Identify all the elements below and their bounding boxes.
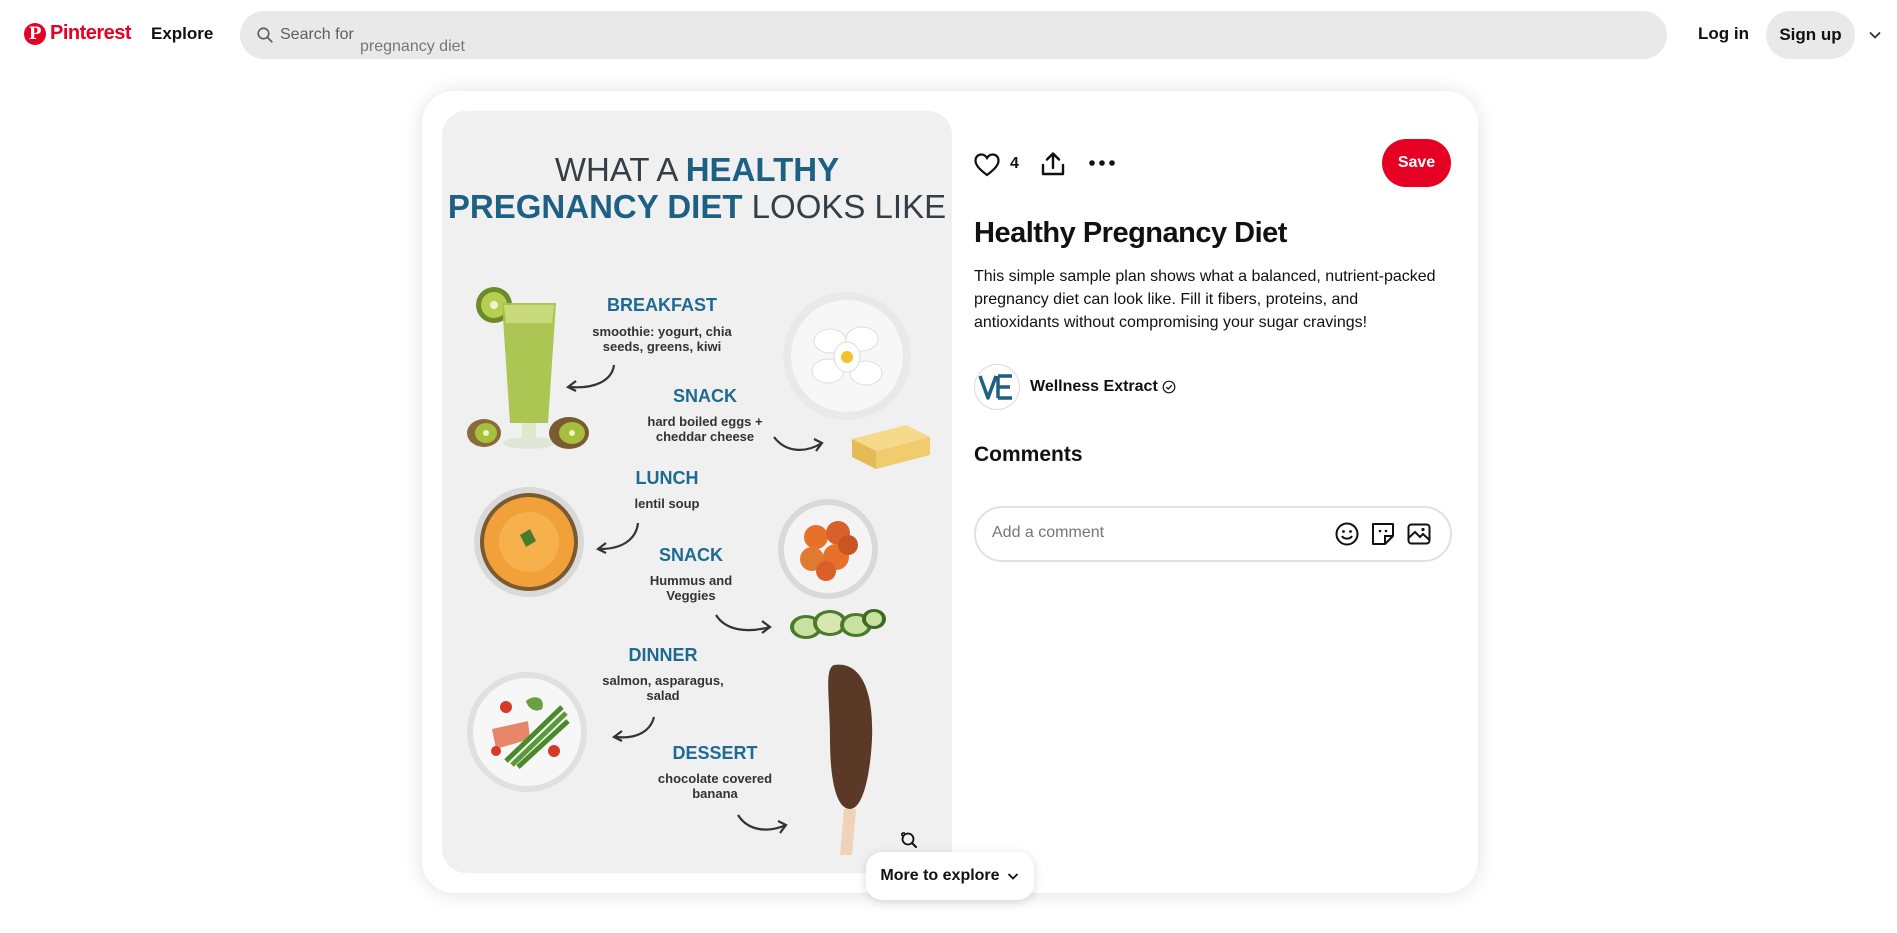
arrow-decoration xyxy=(715,614,772,634)
meal-snack-1: SNACK hard boiled eggs + cheddar cheese xyxy=(647,386,763,444)
logo-text: Pinterest xyxy=(50,22,132,44)
search-bar[interactable]: Search for pregnancy diet xyxy=(240,11,1667,59)
sticker-icon[interactable] xyxy=(1370,521,1396,547)
arrow-decoration xyxy=(773,436,824,452)
verified-badge-icon xyxy=(1162,380,1176,394)
arrow-decoration xyxy=(565,364,616,392)
chevron-down-icon[interactable] xyxy=(1868,28,1882,42)
pin-card: WHAT A HEALTHY PREGNANCY DIET LOOKS LIKE xyxy=(422,91,1478,893)
comment-input[interactable]: Add a comment xyxy=(974,506,1452,562)
creator-info[interactable]: Wellness Extract xyxy=(974,363,1176,411)
chocolate-banana-illustration xyxy=(828,664,873,855)
more-to-explore-button[interactable]: More to explore xyxy=(866,852,1034,900)
pin-image[interactable]: WHAT A HEALTHY PREGNANCY DIET LOOKS LIKE xyxy=(442,111,952,873)
image-upload-icon[interactable] xyxy=(1406,521,1432,547)
pin-image-title: WHAT A HEALTHY PREGNANCY DIET LOOKS LIKE xyxy=(447,151,947,225)
meal-lunch: LUNCH lentil soup xyxy=(634,468,700,511)
pin-title: Healthy Pregnancy Diet xyxy=(974,217,1287,249)
search-label: Search for xyxy=(280,26,354,43)
more-to-explore-label: More to explore xyxy=(880,867,1000,884)
comment-placeholder: Add a comment xyxy=(992,524,1105,541)
emoji-icon[interactable] xyxy=(1334,521,1360,547)
meal-breakfast: BREAKFAST smoothie: yogurt, chia seeds, g… xyxy=(592,295,732,354)
arrow-decoration xyxy=(737,814,788,834)
sweet-potato-bowl-illustration xyxy=(778,499,878,599)
top-navigation: P Pinterest Explore Search for pregnancy… xyxy=(0,0,1897,70)
search-icon xyxy=(257,27,273,43)
cheese-illustration xyxy=(852,425,930,469)
wellness-extract-logo xyxy=(978,374,1012,400)
login-button[interactable]: Log in xyxy=(1698,24,1749,44)
pinterest-logo[interactable]: P Pinterest xyxy=(24,22,132,45)
chevron-down-icon xyxy=(1007,873,1018,880)
heart-icon[interactable] xyxy=(974,153,1000,177)
arrow-decoration xyxy=(611,716,656,742)
meal-dessert: DESSERT chocolate covered banana xyxy=(657,743,773,801)
share-icon[interactable] xyxy=(1040,151,1066,177)
salmon-plate-illustration xyxy=(467,672,587,792)
meal-snack-2: SNACK Hummus and Veggies xyxy=(649,545,733,603)
comments-heading: Comments xyxy=(974,443,1083,466)
like-count: 4 xyxy=(1010,155,1019,172)
signup-button[interactable]: Sign up xyxy=(1766,11,1855,59)
visual-search-icon xyxy=(901,832,917,848)
eggs-plate-illustration xyxy=(783,292,911,420)
meal-dinner: DINNER salmon, asparagus, salad xyxy=(602,645,724,703)
more-options-icon[interactable] xyxy=(1088,159,1116,167)
creator-name[interactable]: Wellness Extract xyxy=(1030,378,1158,396)
pin-description: This simple sample plan shows what a bal… xyxy=(974,268,1436,331)
save-button[interactable]: Save xyxy=(1382,139,1451,187)
explore-link[interactable]: Explore xyxy=(151,24,213,44)
creator-avatar[interactable] xyxy=(974,364,1020,410)
cucumber-illustration xyxy=(790,609,886,639)
pinterest-logo-icon: P xyxy=(24,22,46,45)
search-suggestion[interactable]: pregnancy diet xyxy=(360,38,465,56)
lentil-soup-illustration xyxy=(474,487,584,597)
